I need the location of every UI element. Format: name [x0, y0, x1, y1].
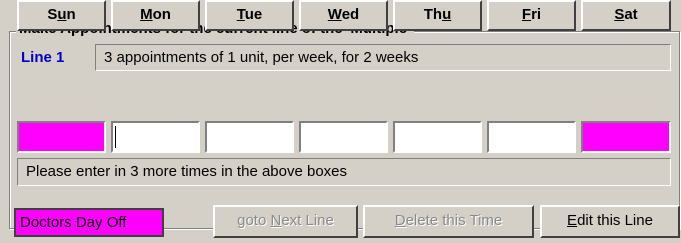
- day-button-thu[interactable]: Thu: [393, 0, 482, 31]
- time-slot-sat[interactable]: [581, 121, 671, 153]
- time-slot-tue[interactable]: [205, 121, 294, 153]
- delete-this-time-button[interactable]: Delete this Time: [363, 205, 534, 238]
- time-slot-thu[interactable]: [393, 121, 482, 153]
- doctors-day-off-legend: Doctors Day Off: [14, 208, 164, 237]
- day-button-mon[interactable]: Mon: [111, 0, 200, 31]
- time-slot-mon[interactable]: [111, 121, 200, 153]
- time-slot-sun[interactable]: [17, 121, 106, 153]
- edit-this-line-button[interactable]: Edit this Line: [540, 205, 680, 238]
- goto-next-line-button[interactable]: goto Next Line: [213, 205, 358, 238]
- line-label: Line 1: [21, 49, 65, 66]
- time-slot-wed[interactable]: [299, 121, 388, 153]
- status-message: Please enter in 3 more times in the abov…: [17, 158, 671, 186]
- day-button-sun[interactable]: Sun: [17, 0, 106, 31]
- day-button-fri[interactable]: Fri: [487, 0, 576, 31]
- day-button-wed[interactable]: Wed: [299, 0, 388, 31]
- day-button-tue[interactable]: Tue: [205, 0, 294, 31]
- line-description: 3 appointments of 1 unit, per week, for …: [95, 44, 671, 71]
- time-slot-fri[interactable]: [487, 121, 576, 153]
- day-button-sat[interactable]: Sat: [581, 0, 671, 31]
